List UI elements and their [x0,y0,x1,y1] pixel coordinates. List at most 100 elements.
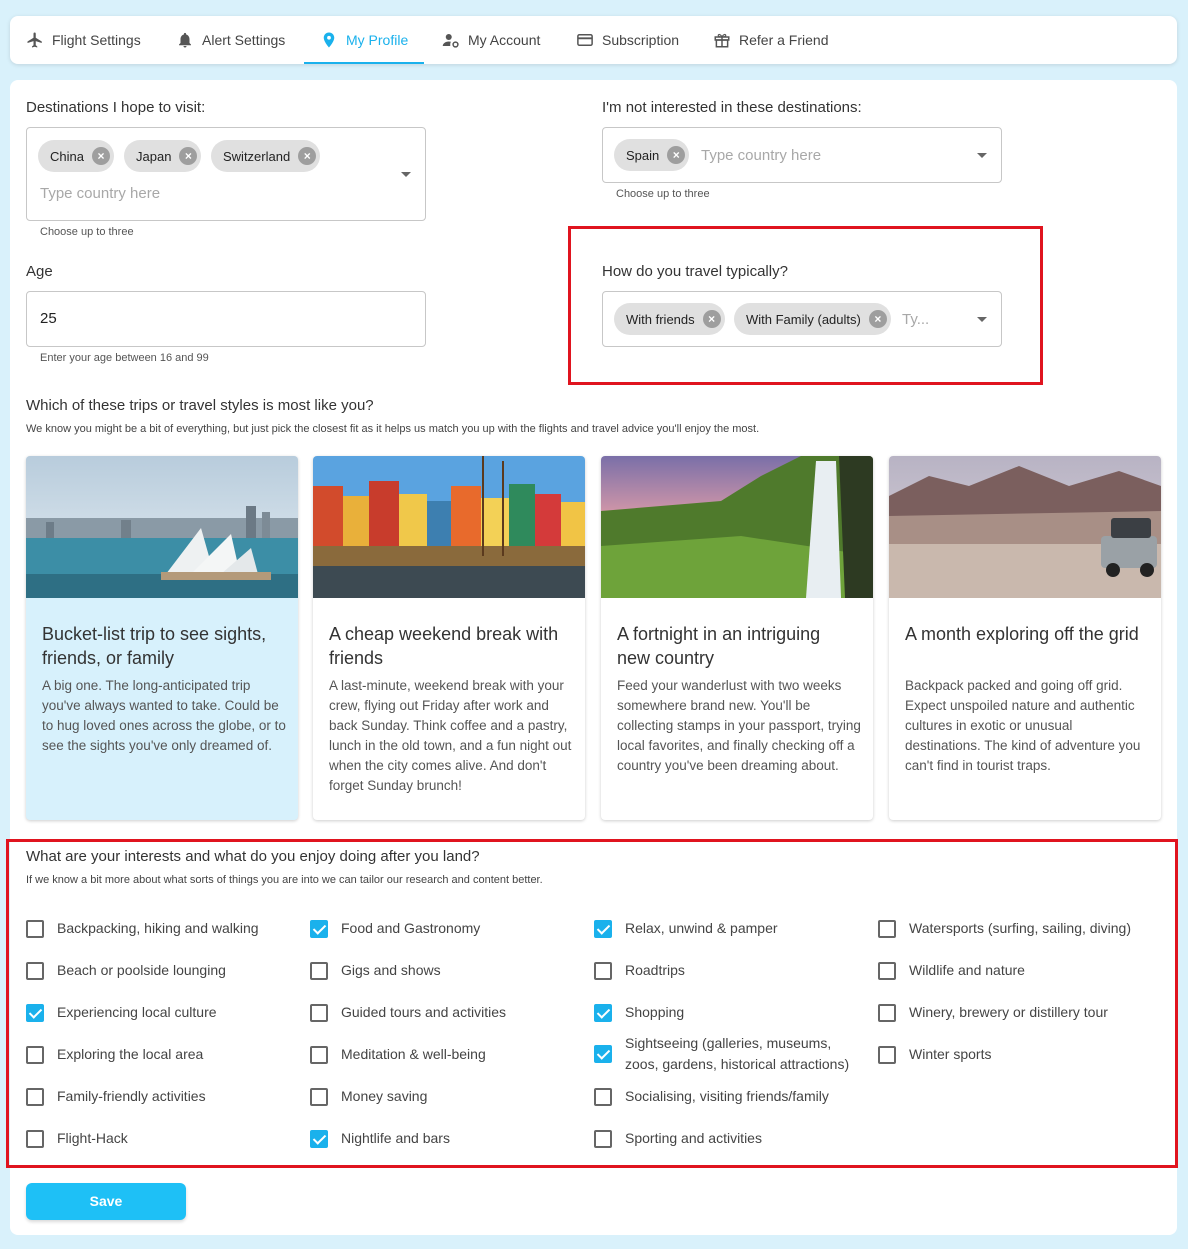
checkbox-box[interactable] [594,1129,612,1148]
tab-subscription[interactable]: Subscription [576,16,679,64]
checkbox-box[interactable] [878,1003,896,1022]
checkbox-box[interactable] [310,1003,328,1022]
remove-chip-icon[interactable]: × [667,146,686,164]
checkbox-box[interactable] [26,1003,44,1022]
not-interested-chip-spain[interactable]: Spain × [614,139,690,171]
checkbox-box[interactable] [310,1045,328,1064]
interests-title: What are your interests and what do you … [26,848,480,865]
interest-checkbox[interactable]: Sightseeing (galleries, museums, zoos, g… [594,1033,865,1075]
gift-icon [714,33,730,48]
tab-label: Flight Settings [52,32,141,48]
checkbox-box[interactable] [594,1045,612,1063]
interest-checkbox[interactable]: Sporting and activities [594,1128,762,1149]
interest-checkbox[interactable]: Relax, unwind & pamper [594,918,778,939]
destinations-placeholder[interactable]: Type country here [40,185,160,202]
destination-chip-japan[interactable]: Japan × [124,140,202,172]
interest-checkbox[interactable]: Winter sports [878,1044,991,1065]
checkbox-box[interactable] [594,961,612,980]
not-interested-field[interactable]: Spain × Type country here [602,127,1002,183]
destinations-label: Destinations I hope to visit: [26,99,206,116]
checkbox-box[interactable] [878,961,896,980]
interest-checkbox[interactable]: Gigs and shows [310,960,441,981]
tab-my-account[interactable]: My Account [442,16,540,64]
trip-card-description: A last-minute, weekend break with your c… [329,678,572,793]
interest-checkbox[interactable]: Roadtrips [594,960,685,981]
travel-chip-friends[interactable]: With friends × [614,303,725,335]
checkbox-box[interactable] [594,919,612,938]
checkbox-box[interactable] [310,961,328,980]
trip-card-title: A cheap weekend break with friends [329,624,559,668]
interest-checkbox[interactable]: Shopping [594,1002,684,1023]
tab-flight-settings[interactable]: Flight Settings [26,16,141,64]
checkbox-box[interactable] [310,1087,328,1106]
tab-alert-settings[interactable]: Alert Settings [176,16,285,64]
waterfall-image [601,456,873,598]
tab-label: Subscription [602,32,680,48]
trip-card-description: Backpack packed and going off grid. Expe… [905,678,1141,773]
credit-card-icon [577,34,593,46]
travel-placeholder[interactable]: Ty... [902,311,929,328]
interest-checkbox[interactable]: Backpacking, hiking and walking [26,918,259,939]
trip-card-weekend-break[interactable]: A cheap weekend break with friends A las… [313,456,585,820]
location-pin-icon [323,32,335,48]
interest-checkbox[interactable]: Beach or poolside lounging [26,960,226,981]
remove-chip-icon[interactable]: × [868,310,887,328]
destinations-helper: Choose up to three [40,226,134,238]
travel-field[interactable]: With friends × With Family (adults) × Ty..… [602,291,1002,347]
interest-checkbox[interactable]: Wildlife and nature [878,960,1025,981]
trip-card-title: Bucket-list trip to see sights, friends,… [42,624,267,668]
age-value: 25 [40,310,57,327]
profile-panel: Destinations I hope to visit: China × Jap… [6,80,1178,1235]
interest-checkbox[interactable]: Meditation & well-being [310,1044,486,1065]
sydney-opera-house-image [26,456,298,598]
remove-chip-icon[interactable]: × [179,147,198,165]
interest-checkbox[interactable]: Guided tours and activities [310,1002,506,1023]
checkbox-box[interactable] [878,1045,896,1064]
trip-card-title: A fortnight in an intriguing new country [617,624,821,668]
checkbox-box[interactable] [594,1003,612,1022]
destination-chip-china[interactable]: China × [38,140,114,172]
airplane-icon [27,32,42,48]
checkbox-box[interactable] [310,1129,328,1148]
checkbox-box[interactable] [26,961,44,980]
dropdown-caret-icon[interactable] [401,172,411,177]
not-interested-placeholder[interactable]: Type country here [701,147,821,164]
checkbox-box[interactable] [310,919,328,938]
checkbox-box[interactable] [26,1129,44,1148]
trip-card-bucket-list[interactable]: Bucket-list trip to see sights, friends,… [26,456,298,820]
tab-label: Refer a Friend [739,32,829,48]
checkbox-box[interactable] [594,1087,612,1106]
save-button[interactable]: Save [26,1183,186,1220]
interest-checkbox[interactable]: Watersports (surfing, sailing, diving) [878,918,1131,939]
destination-chip-switzerland[interactable]: Switzerland × [211,140,321,172]
checkbox-box[interactable] [26,1045,44,1064]
trip-card-fortnight[interactable]: A fortnight in an intriguing new country… [601,456,873,820]
interest-checkbox[interactable]: Food and Gastronomy [310,918,480,939]
interest-checkbox[interactable]: Family-friendly activities [26,1086,206,1107]
interest-checkbox[interactable]: Socialising, visiting friends/family [594,1086,829,1107]
trips-subtitle: We know you might be a bit of everything… [26,423,760,435]
interest-checkbox[interactable]: Experiencing local culture [26,1002,217,1023]
interest-checkbox[interactable]: Flight-Hack [26,1128,128,1149]
remove-chip-icon[interactable]: × [91,147,110,165]
remove-chip-icon[interactable]: × [298,147,317,165]
trip-card-description: A big one. The long-anticipated trip you… [42,678,286,753]
checkbox-box[interactable] [26,1087,44,1106]
tab-my-profile[interactable]: My Profile [304,16,425,64]
interest-checkbox[interactable]: Winery, brewery or distillery tour [878,1002,1108,1023]
interest-checkbox[interactable]: Money saving [310,1086,427,1107]
tab-refer-a-friend[interactable]: Refer a Friend [713,16,828,64]
trip-card-description: Feed your wanderlust with two weeks some… [617,678,861,773]
remove-chip-icon[interactable]: × [702,310,721,328]
dropdown-caret-icon[interactable] [977,317,987,322]
trip-card-off-grid[interactable]: A month exploring off the grid Backpack … [889,456,1161,820]
dropdown-caret-icon[interactable] [977,153,987,158]
age-input[interactable]: 25 [26,291,426,347]
checkbox-box[interactable] [26,919,44,938]
destinations-field[interactable]: China × Japan × Switzerland × Type country … [26,127,426,221]
interests-subtitle: If we know a bit more about what sorts o… [26,874,543,886]
travel-chip-family[interactable]: With Family (adults) × [734,303,891,335]
interest-checkbox[interactable]: Nightlife and bars [310,1128,450,1149]
interest-checkbox[interactable]: Exploring the local area [26,1044,203,1065]
checkbox-box[interactable] [878,919,896,938]
